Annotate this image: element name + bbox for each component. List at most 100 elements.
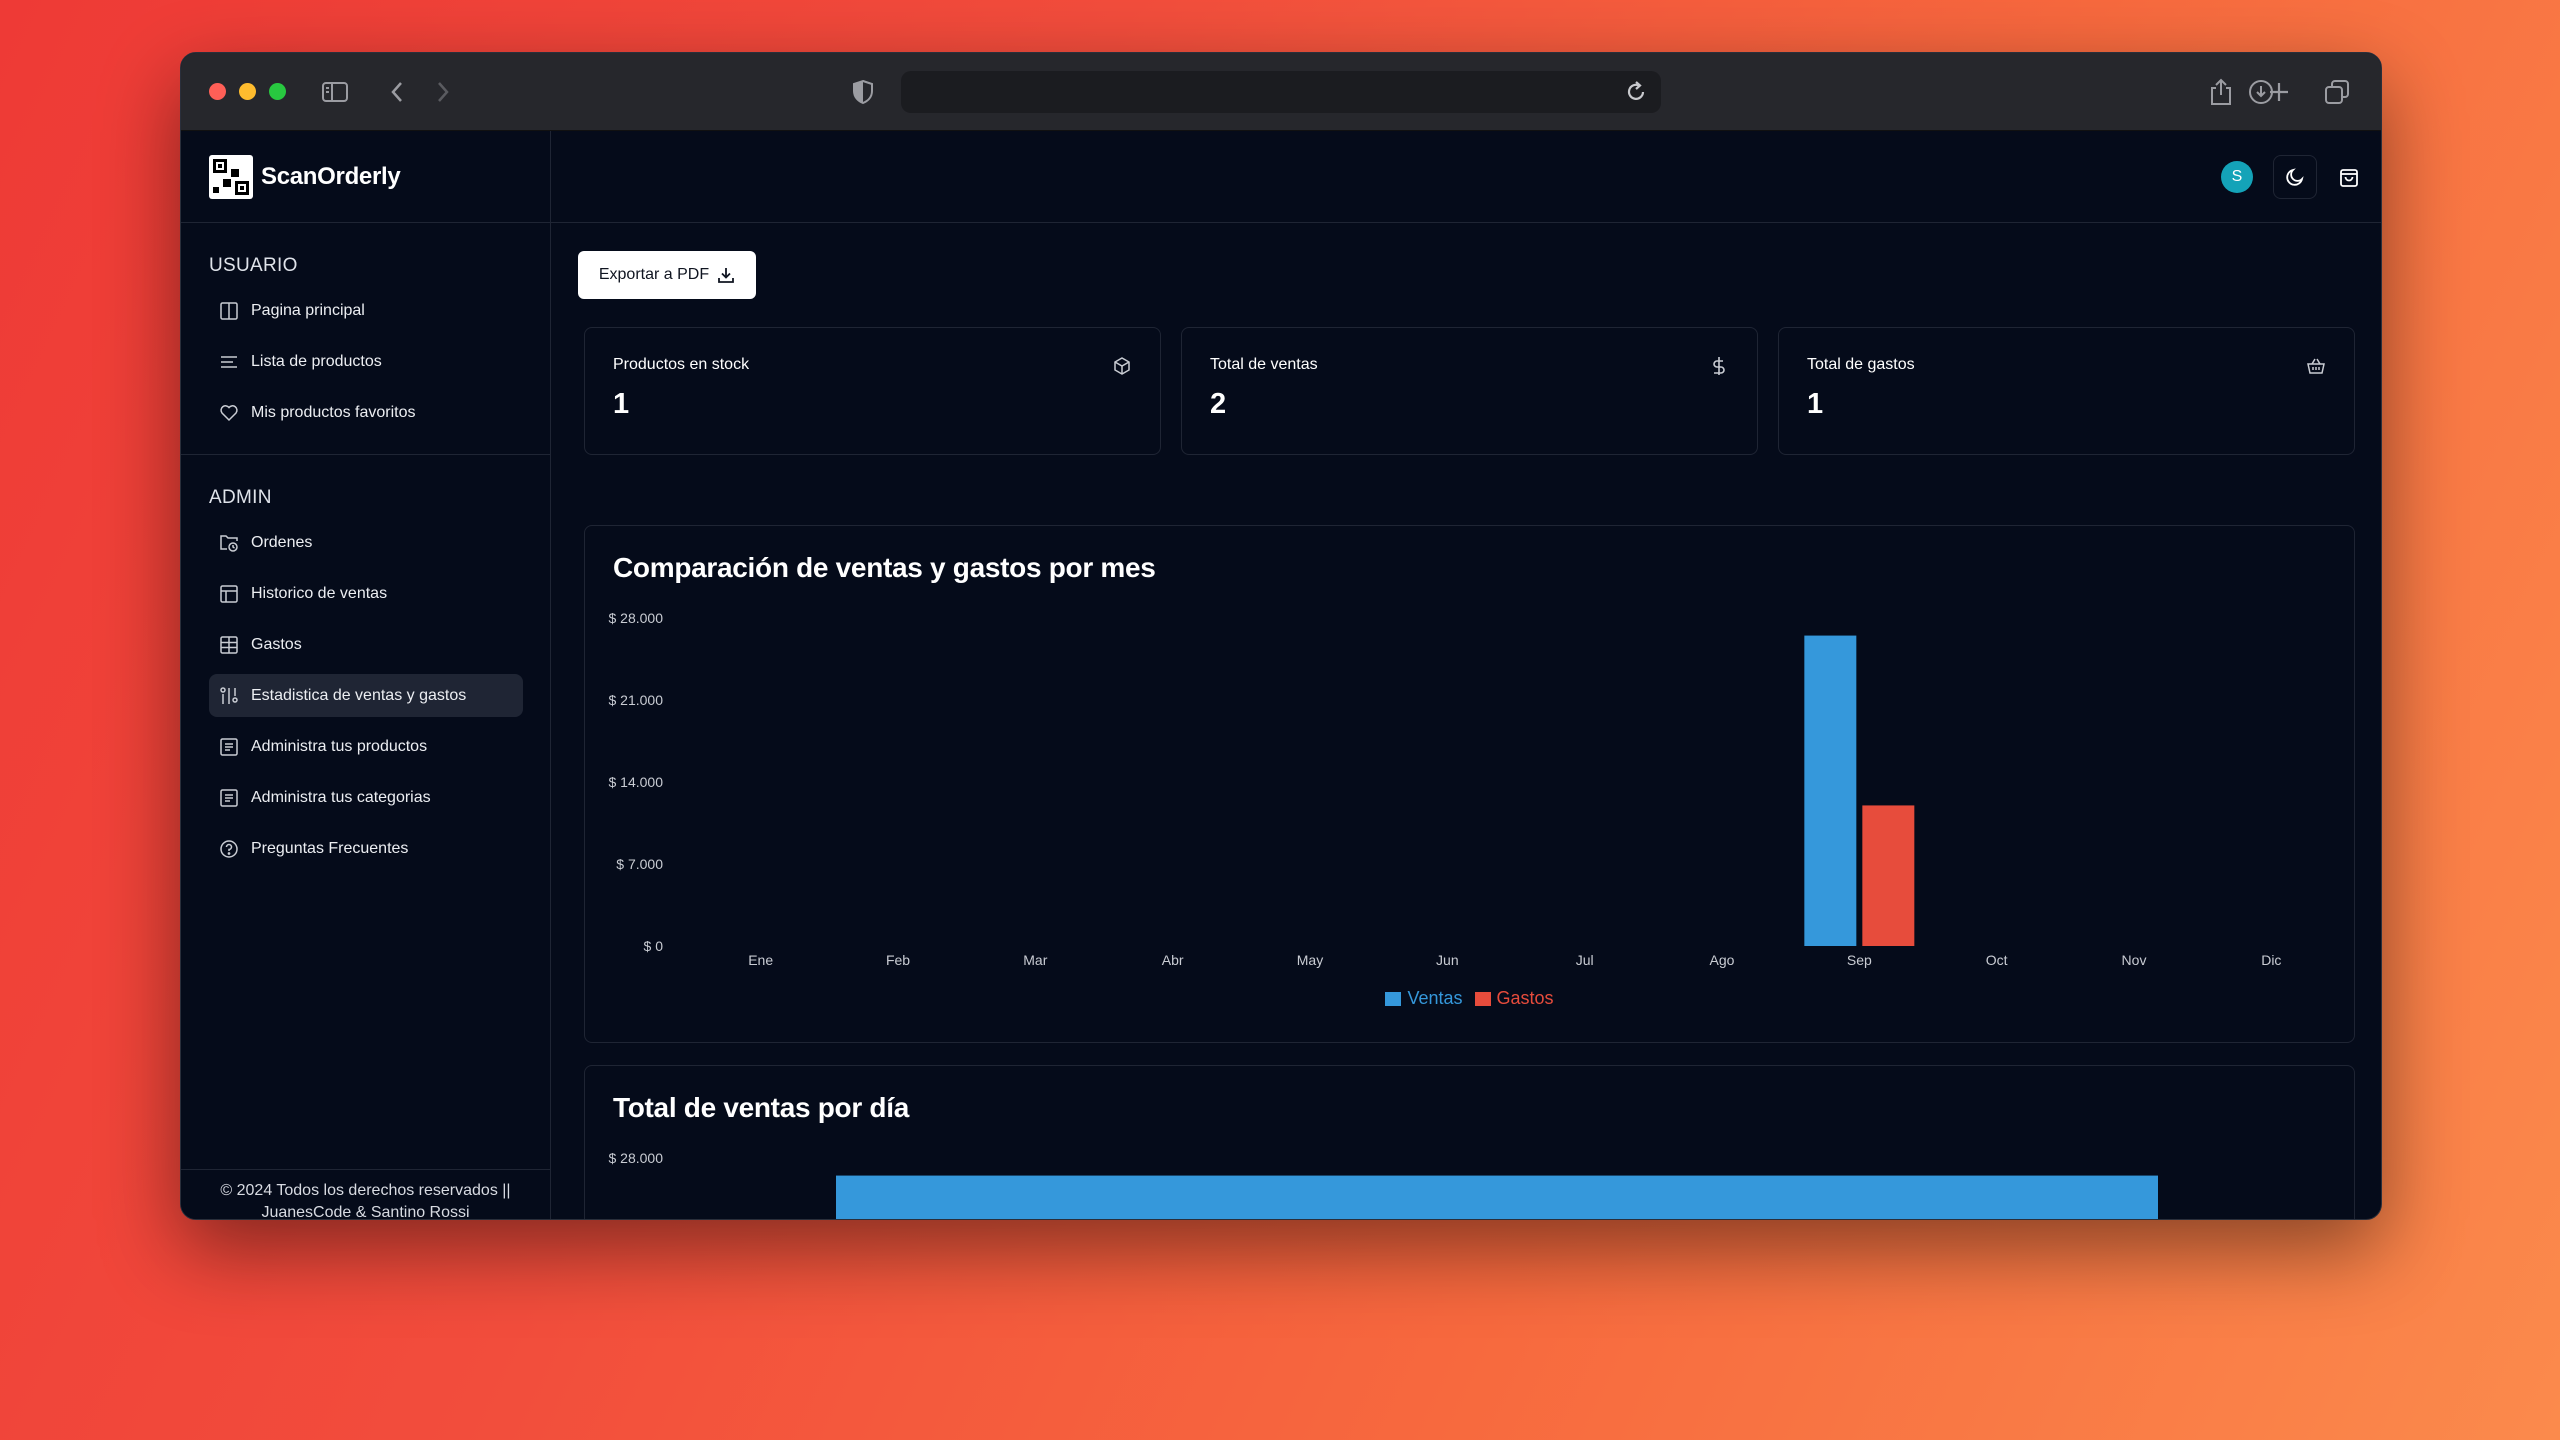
list-box-icon <box>220 737 238 756</box>
x-tick-label: Jun <box>1436 952 1459 968</box>
sidebar-divider <box>181 454 550 455</box>
download-icon <box>718 268 735 283</box>
share-icon[interactable] <box>2205 76 2237 108</box>
y-tick-label: $ 0 <box>644 938 664 954</box>
y-tick-label: $ 21.000 <box>609 692 664 708</box>
help-circle-icon <box>220 839 238 858</box>
main-content: Exportar a PDF Productos en stock 1 Tota… <box>551 223 2381 1219</box>
user-section: USUARIO Pagina principal Lista de produc… <box>181 255 550 434</box>
sidebar: ScanOrderly USUARIO Pagina principal Lis… <box>181 131 551 1219</box>
sidebar-item-lista-de-productos[interactable]: Lista de productos <box>209 340 523 383</box>
daily-chart-svg: $ 21.000$ 28.000 <box>609 1150 2158 1219</box>
sidebar-item-label: Mis productos favoritos <box>251 403 416 421</box>
sidebar-item-label: Administra tus categorias <box>251 788 431 806</box>
theme-toggle-button[interactable] <box>2273 155 2317 199</box>
maximize-window-button[interactable] <box>269 83 286 100</box>
sidebar-item-ordenes[interactable]: Ordenes <box>209 521 523 564</box>
table-icon <box>220 584 238 603</box>
brand-name: ScanOrderly <box>261 162 401 190</box>
sidebar-item-estadistica[interactable]: Estadistica de ventas y gastos <box>209 674 523 717</box>
sidebar-item-label: Gastos <box>251 635 302 653</box>
admin-section: ADMIN Ordenes Historico de ventas Gastos… <box>181 487 550 870</box>
sidebar-footer: © 2024 Todos los derechos reservados || … <box>181 1169 550 1219</box>
x-tick-label: Feb <box>886 952 910 968</box>
sidebar-item-mis-productos-favoritos[interactable]: Mis productos favoritos <box>209 391 523 434</box>
sidebar-item-label: Historico de ventas <box>251 584 388 602</box>
bar-ventas-dia <box>836 1175 2158 1219</box>
authors-text: JuanesCode & Santino Rossi <box>261 1204 470 1219</box>
x-tick-label: Oct <box>1986 952 2008 968</box>
sidebar-item-pagina-principal[interactable]: Pagina principal <box>209 289 523 332</box>
folder-clock-icon <box>220 534 238 552</box>
x-tick-label: Mar <box>1023 952 1047 968</box>
export-pdf-label: Exportar a PDF <box>598 266 710 283</box>
stats-cards: Productos en stock 1 Total de ventas 2 T… <box>584 327 2355 455</box>
shield-icon[interactable] <box>847 76 879 108</box>
list-icon <box>221 355 237 368</box>
cart-button[interactable] <box>2327 155 2371 199</box>
dollar-icon <box>1713 357 1725 375</box>
sidebar-item-preguntas-frecuentes[interactable]: Preguntas Frecuentes <box>209 827 523 870</box>
brand-logo[interactable]: ScanOrderly <box>181 131 550 223</box>
x-tick-label: Sep <box>1847 952 1872 968</box>
back-icon[interactable] <box>381 76 413 108</box>
qr-logo-icon <box>209 154 253 199</box>
stat-card-stock: Productos en stock 1 <box>584 327 1161 455</box>
address-bar[interactable] <box>901 71 1661 113</box>
x-tick-label: Ago <box>1710 952 1735 968</box>
top-bar: S <box>551 131 2381 223</box>
x-tick-label: May <box>1297 952 1323 968</box>
section-title-admin: ADMIN <box>209 487 272 508</box>
chart-icon <box>220 686 238 704</box>
browser-window: ScanOrderly USUARIO Pagina principal Lis… <box>180 52 2382 1220</box>
sidebar-item-label: Estadistica de ventas y gastos <box>251 686 467 704</box>
legend-swatch-ventas <box>1385 991 1402 1006</box>
y-tick-label: $ 28.000 <box>609 610 664 626</box>
sidebar-item-label: Ordenes <box>251 533 313 551</box>
legend-item-ventas[interactable]: Ventas <box>1385 988 1463 1009</box>
sidebar-item-historico-de-ventas[interactable]: Historico de ventas <box>209 572 523 615</box>
y-tick-label: $ 28.000 <box>609 1150 664 1166</box>
avatar[interactable]: S <box>2221 161 2253 193</box>
x-tick-label: Nov <box>2122 952 2147 968</box>
sidebar-item-label: Pagina principal <box>251 301 365 319</box>
new-tab-icon[interactable] <box>2263 76 2295 108</box>
y-tick-label: $ 14.000 <box>609 774 664 790</box>
sidebar-item-label: Preguntas Frecuentes <box>251 839 409 857</box>
close-window-button[interactable] <box>209 83 226 100</box>
sidebar-item-label: Lista de productos <box>251 352 382 370</box>
stat-card-value: 1 <box>1807 388 1824 420</box>
sidebar-item-gastos[interactable]: Gastos <box>209 623 523 666</box>
stat-card-value: 2 <box>1210 388 1227 420</box>
basket-icon <box>2307 358 2325 374</box>
tabs-overview-icon[interactable] <box>2321 76 2353 108</box>
legend-item-gastos[interactable]: Gastos <box>1474 988 1554 1009</box>
export-pdf-button[interactable]: Exportar a PDF <box>578 251 756 299</box>
monthly-comparison-chart: Comparación de ventas y gastos por mes $… <box>584 525 2355 1043</box>
sidebar-item-administra-categorias[interactable]: Administra tus categorias <box>209 776 523 819</box>
heart-icon <box>220 404 238 421</box>
stat-card-ventas: Total de ventas 2 <box>1181 327 1758 455</box>
legend-label: Ventas <box>1407 988 1463 1008</box>
minimize-window-button[interactable] <box>239 83 256 100</box>
shopping-bag-icon <box>2340 169 2358 187</box>
y-tick-label: $ 7.000 <box>616 856 663 872</box>
browser-titlebar <box>181 53 2381 131</box>
bar-gastos-sep <box>1862 805 1915 946</box>
chart-legend: Ventas Gastos <box>585 988 2354 1009</box>
stat-card-label: Total de ventas <box>1210 356 1318 373</box>
stat-card-gastos: Total de gastos 1 <box>1778 327 2355 455</box>
stat-card-label: Total de gastos <box>1807 356 1915 373</box>
moon-icon <box>2286 168 2304 186</box>
x-tick-label: Abr <box>1162 952 1184 968</box>
stat-card-value: 1 <box>613 388 630 420</box>
reload-icon[interactable] <box>1621 77 1651 107</box>
sidebar-item-administra-productos[interactable]: Administra tus productos <box>209 725 523 768</box>
x-tick-label: Dic <box>2261 952 2281 968</box>
monthly-chart-svg: $ 0 $ 7.000 $ 14.000 $ 21.000 $ 28.000 Ene Feb… <box>609 610 2282 968</box>
sidebar-toggle-icon[interactable] <box>319 76 351 108</box>
book-icon <box>220 301 238 320</box>
forward-icon[interactable] <box>427 76 459 108</box>
grid-icon <box>220 635 238 654</box>
window-controls <box>209 83 286 100</box>
